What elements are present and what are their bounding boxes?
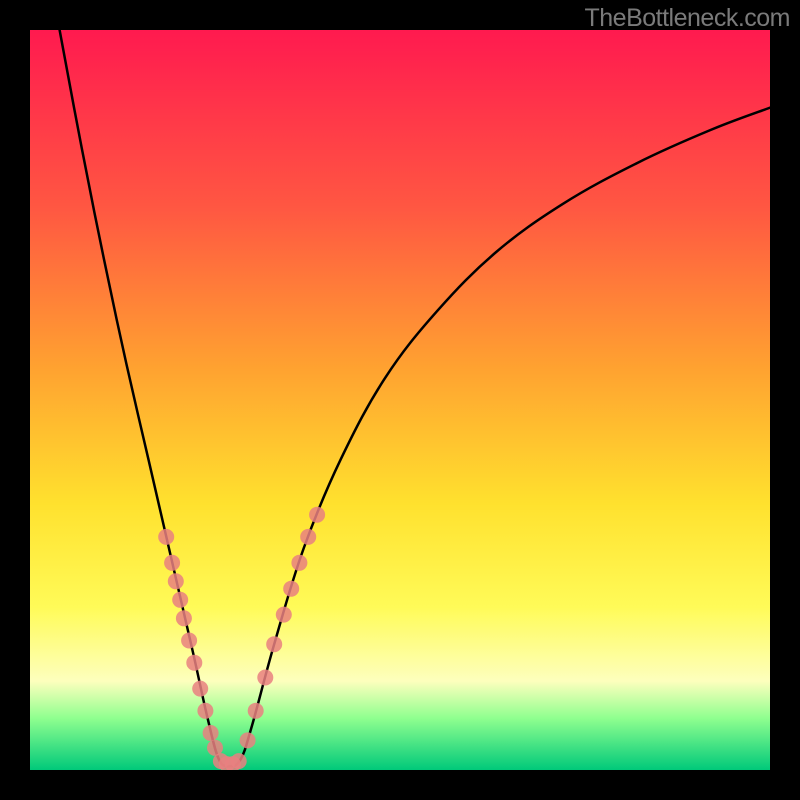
data-marker <box>248 703 264 719</box>
plot-area <box>30 30 770 770</box>
bottleneck-curve <box>60 30 770 766</box>
chart-frame: TheBottleneck.com <box>0 0 800 800</box>
data-marker <box>186 655 202 671</box>
data-marker <box>240 732 256 748</box>
data-marker <box>197 703 213 719</box>
curve-svg <box>30 30 770 770</box>
data-marker <box>266 636 282 652</box>
data-marker <box>192 681 208 697</box>
data-marker <box>172 592 188 608</box>
data-markers <box>158 507 325 770</box>
data-marker <box>283 581 299 597</box>
data-marker <box>276 607 292 623</box>
data-marker <box>231 753 247 769</box>
data-marker <box>158 529 174 545</box>
data-marker <box>203 725 219 741</box>
data-marker <box>309 507 325 523</box>
data-marker <box>164 555 180 571</box>
data-marker <box>181 633 197 649</box>
watermark-text: TheBottleneck.com <box>585 4 791 33</box>
data-marker <box>300 529 316 545</box>
data-marker <box>291 555 307 571</box>
data-marker <box>257 670 273 686</box>
data-marker <box>168 573 184 589</box>
data-marker <box>176 610 192 626</box>
